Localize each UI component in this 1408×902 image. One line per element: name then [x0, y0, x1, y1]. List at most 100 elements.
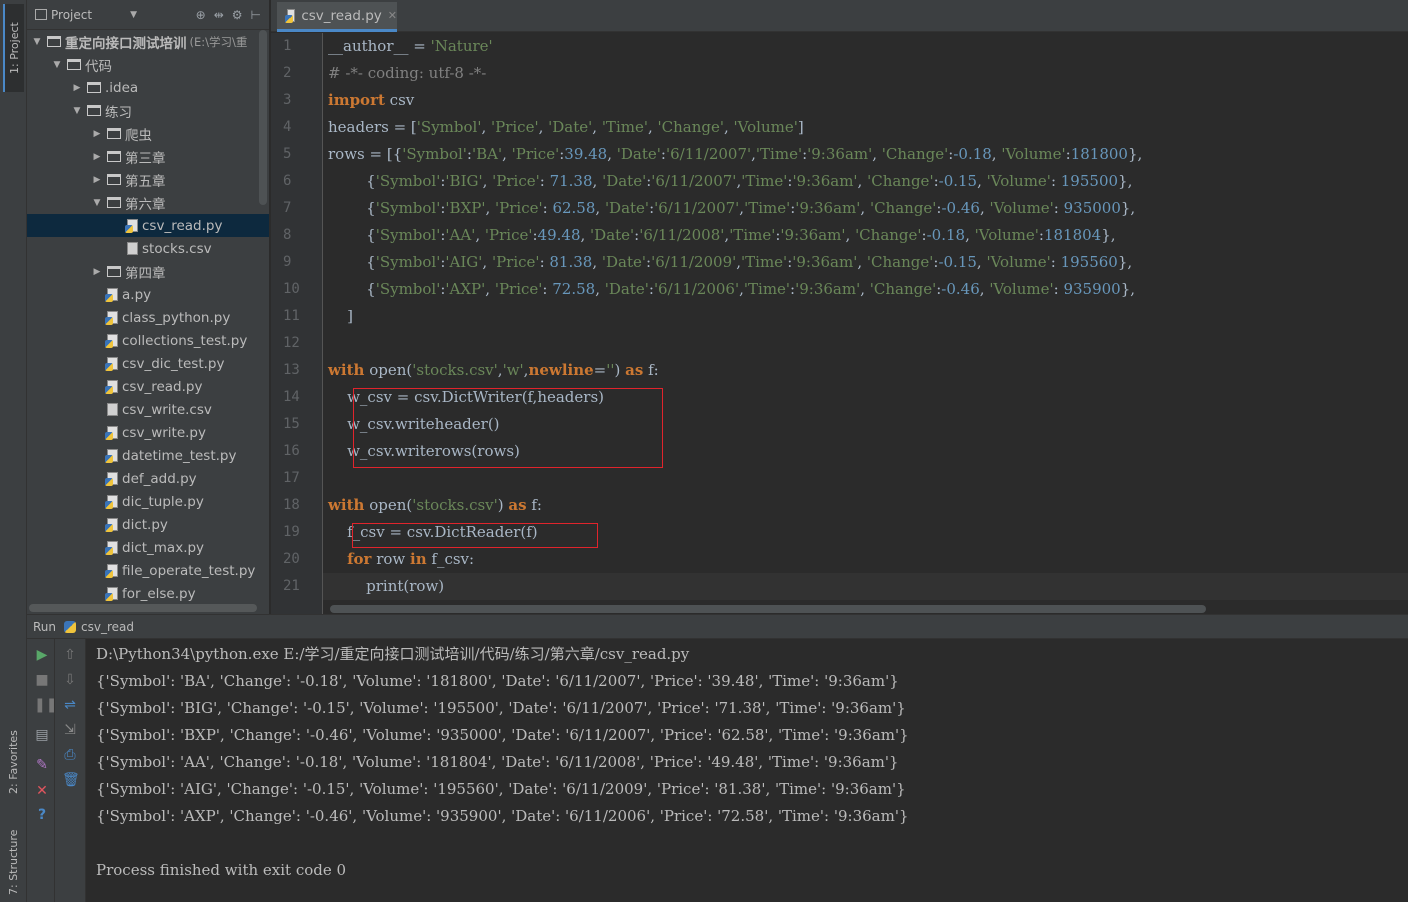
console-line: {'Symbol': 'BA', 'Change': '-0.18', 'Vol… — [96, 672, 899, 690]
tree-item[interactable]: dict.py — [27, 513, 269, 536]
tree-item[interactable]: for_else.py — [27, 582, 269, 605]
tree-item[interactable]: ▶ 第四章 — [27, 260, 269, 283]
code-token: ] — [328, 307, 353, 325]
run-panel-label: Run — [33, 619, 57, 634]
tree-item[interactable]: def_add.py — [27, 467, 269, 490]
run-console[interactable]: D:\Python34\python.exe E:/学习/重定向接口测试培训/代… — [86, 639, 1408, 902]
code-token: '6/11/2006' — [653, 280, 740, 298]
tree-item[interactable]: ▶ 第三章 — [27, 145, 269, 168]
tree-item-label: stocks.csv — [142, 240, 212, 257]
close-icon[interactable]: ✕ — [34, 783, 50, 799]
arrow-up-icon[interactable]: ⇧ — [62, 647, 78, 663]
tree-item[interactable]: stocks.csv — [27, 237, 269, 260]
tree-item[interactable]: ▼ 重定向接口测试培训 (E:\学习\重 — [27, 30, 269, 53]
line-number: 12 — [283, 335, 300, 351]
tree-item-label: csv_read.py — [122, 378, 203, 395]
project-vertical-scrollbar[interactable] — [259, 30, 267, 205]
code-editor[interactable]: __author__ = 'Nature' # -*- coding: utf-8… — [323, 33, 1408, 614]
chevron-down-icon[interactable]: ▼ — [91, 198, 103, 208]
hide-icon[interactable]: ⊢ — [251, 8, 261, 22]
favorites-tool-tab[interactable]: 2: Favorites — [3, 716, 24, 808]
code-token: 'Symbol' — [402, 145, 467, 163]
project-view-selector[interactable]: Project — [51, 8, 92, 22]
code-token: , — [965, 226, 975, 244]
chevron-right-icon[interactable]: ▶ — [91, 175, 103, 185]
stop-icon[interactable]: ■ — [34, 672, 50, 688]
python-file-icon — [105, 311, 118, 325]
line-number: 4 — [283, 119, 292, 135]
tree-item[interactable]: a.py — [27, 283, 269, 306]
code-token: 'Volume' — [986, 253, 1051, 271]
arrow-down-icon[interactable]: ⇩ — [62, 672, 78, 688]
tree-item[interactable]: ▼ 代码 — [27, 53, 269, 76]
tree-item[interactable]: csv_read.py — [27, 375, 269, 398]
tree-item[interactable]: csv_write.py — [27, 421, 269, 444]
pin-icon[interactable]: ✎ — [34, 757, 50, 773]
soft-wrap-icon[interactable]: ⇌ — [62, 697, 78, 713]
code-token: 'Volume' — [986, 172, 1051, 190]
tree-item[interactable]: class_python.py — [27, 306, 269, 329]
code-token: 'Date' — [602, 172, 647, 190]
tree-item[interactable]: ▶ .idea — [27, 76, 269, 99]
structure-tool-tab[interactable]: 7: Structure — [3, 824, 24, 900]
pause-icon[interactable]: ❚❚ — [34, 697, 57, 713]
line-number: 13 — [283, 362, 300, 378]
code-token: 'Change' — [855, 226, 922, 244]
code-token: 'Date' — [616, 145, 661, 163]
python-file-icon — [125, 219, 138, 233]
chevron-right-icon[interactable]: ▶ — [71, 83, 83, 93]
trash-icon[interactable]: 🗑 — [62, 772, 80, 788]
chevron-down-icon[interactable]: ▼ — [51, 60, 63, 70]
project-tool-tab[interactable]: 1: Project — [3, 4, 24, 92]
close-icon[interactable]: ✕ — [388, 9, 397, 22]
run-icon[interactable]: ▶ — [34, 647, 50, 663]
code-token: open( — [364, 496, 413, 514]
tree-item[interactable]: datetime_test.py — [27, 444, 269, 467]
chevron-down-icon[interactable]: ▼ — [130, 10, 137, 20]
csv-file-icon — [107, 403, 118, 416]
tree-item[interactable]: ▶ 爬虫 — [27, 122, 269, 145]
tree-item[interactable]: ▼ 练习 — [27, 99, 269, 122]
gear-icon[interactable]: ⚙ — [232, 8, 243, 22]
code-token: , — [872, 145, 882, 163]
folder-icon — [67, 59, 81, 70]
structure-tool-tab-label: 7: Structure — [7, 829, 20, 895]
line-number: 11 — [283, 308, 300, 324]
python-file-icon — [105, 518, 118, 532]
chevron-right-icon[interactable]: ▶ — [91, 267, 103, 277]
chevron-right-icon[interactable]: ▶ — [91, 152, 103, 162]
target-icon[interactable]: ⊕ — [196, 8, 206, 22]
chevron-right-icon[interactable]: ▶ — [91, 129, 103, 139]
tree-item[interactable]: ▶ 第五章 — [27, 168, 269, 191]
chevron-down-icon[interactable]: ▼ — [31, 37, 43, 47]
run-config-name[interactable]: csv_read — [81, 620, 134, 634]
tree-item[interactable]: file_operate_test.py — [27, 559, 269, 582]
tree-item[interactable]: csv_write.csv — [27, 398, 269, 421]
tree-item[interactable]: dic_tuple.py — [27, 490, 269, 513]
code-token: -0.18 — [953, 145, 992, 163]
code-token: '6/11/2009' — [651, 253, 737, 271]
help-icon[interactable]: ? — [34, 807, 50, 823]
collapse-icon[interactable]: ⇹ — [214, 8, 224, 22]
tree-item[interactable]: csv_read.py — [27, 214, 269, 237]
tree-item[interactable]: csv_dic_test.py — [27, 352, 269, 375]
code-token: 'Date' — [548, 118, 593, 136]
code-token: 'Change' — [869, 199, 937, 217]
tree-item[interactable]: collections_test.py — [27, 329, 269, 352]
code-token: 195560 — [1060, 253, 1118, 271]
scroll-end-icon[interactable]: ⇲ — [62, 722, 78, 738]
tree-item[interactable]: ▼ 第六章 — [27, 191, 269, 214]
code-token: , — [845, 226, 856, 244]
code-token: { — [328, 280, 376, 298]
project-horizontal-scrollbar[interactable] — [29, 604, 257, 612]
tree-item[interactable]: dict_max.py — [27, 536, 269, 559]
line-number: 3 — [283, 92, 292, 108]
folder-icon — [87, 105, 101, 116]
editor-horizontal-scrollbar[interactable] — [330, 605, 1206, 613]
code-token: 'stocks.csv' — [412, 496, 498, 514]
tab-csv-read[interactable]: csv_read.py ✕ — [277, 2, 397, 32]
print-icon[interactable]: ⎙ — [62, 747, 78, 763]
chevron-down-icon[interactable]: ▼ — [71, 106, 83, 116]
code-token: for — [347, 550, 372, 568]
layout-icon[interactable]: ▤ — [34, 727, 50, 743]
